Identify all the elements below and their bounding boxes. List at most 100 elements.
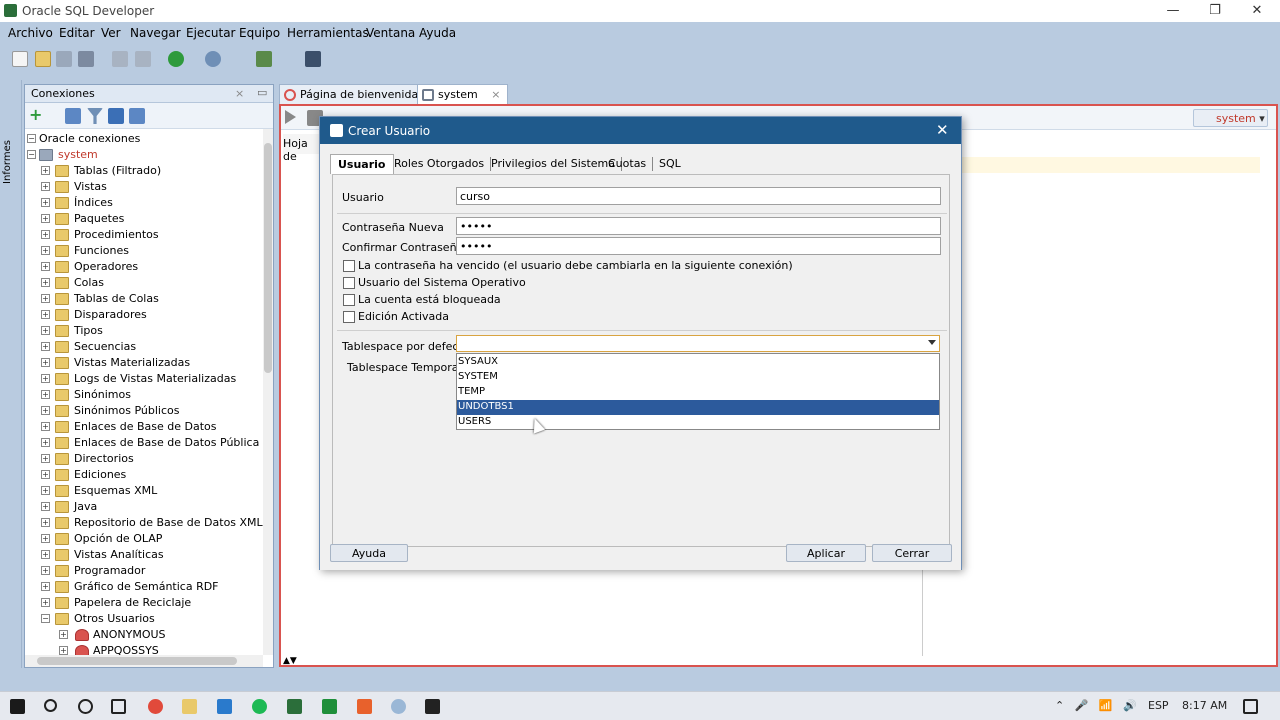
password-expired-checkbox[interactable]: [343, 260, 355, 272]
app-icon[interactable]: [391, 699, 406, 714]
expand-icon[interactable]: +: [59, 630, 68, 639]
confirm-password-input[interactable]: •••••: [456, 237, 941, 255]
tree-item[interactable]: + Disparadores: [25, 307, 263, 323]
help-button[interactable]: Ayuda: [330, 544, 408, 562]
run-icon[interactable]: [285, 110, 296, 124]
sql-worksheet-icon[interactable]: [256, 51, 272, 67]
expand-icon[interactable]: +: [41, 582, 50, 591]
expand-icon[interactable]: +: [41, 246, 50, 255]
minimize-button[interactable]: —: [1150, 2, 1196, 20]
expand-icon[interactable]: +: [41, 166, 50, 175]
tree-item[interactable]: + Enlaces de Base de Datos Pública: [25, 435, 263, 451]
task-view-icon[interactable]: [111, 699, 126, 714]
redo-icon[interactable]: [135, 51, 151, 67]
clock[interactable]: 8:17 AM: [1182, 699, 1227, 712]
close-panel-icon[interactable]: ×: [235, 87, 244, 100]
cortana-icon[interactable]: [78, 699, 93, 714]
tab-roles[interactable]: Roles Otorgados: [387, 154, 492, 174]
expand-icon[interactable]: +: [41, 534, 50, 543]
expand-icon[interactable]: +: [41, 262, 50, 271]
tree-vertical-scrollbar[interactable]: [263, 129, 273, 655]
terminal-icon[interactable]: [425, 699, 440, 714]
windows-start-icon[interactable]: [10, 699, 25, 714]
expand-icon[interactable]: +: [41, 374, 50, 383]
expand-icon[interactable]: +: [41, 198, 50, 207]
tree-connection-system[interactable]: − system: [25, 147, 263, 163]
close-dialog-icon[interactable]: ✕: [936, 121, 949, 139]
account-locked-checkbox[interactable]: [343, 294, 355, 306]
open-folder-icon[interactable]: [35, 51, 51, 67]
tree-item[interactable]: + Procedimientos: [25, 227, 263, 243]
worksheet-tab[interactable]: Hoja de: [283, 134, 321, 163]
filter-icon[interactable]: [87, 108, 103, 124]
expand-icon[interactable]: +: [41, 358, 50, 367]
menu-archivo[interactable]: Archivo: [8, 26, 53, 40]
os-user-checkbox[interactable]: [343, 277, 355, 289]
scroll-arrows-icon[interactable]: ▲▼: [283, 656, 297, 666]
expand-icon[interactable]: +: [41, 486, 50, 495]
expand-icon[interactable]: +: [41, 214, 50, 223]
new-file-icon[interactable]: [12, 51, 28, 67]
manage-icon[interactable]: [129, 108, 145, 124]
user-input[interactable]: curso: [456, 187, 941, 205]
menu-equipo[interactable]: Equipo: [239, 26, 280, 40]
tree-item[interactable]: + Enlaces de Base de Datos: [25, 419, 263, 435]
close-window-button[interactable]: ✕: [1234, 2, 1280, 20]
expand-icon[interactable]: +: [41, 342, 50, 351]
expand-icon[interactable]: +: [59, 646, 68, 655]
expand-icon[interactable]: +: [41, 438, 50, 447]
expand-icon[interactable]: +: [41, 566, 50, 575]
spotify-icon[interactable]: [252, 699, 267, 714]
recorder-icon[interactable]: [357, 699, 372, 714]
tree-item[interactable]: + Repositorio de Base de Datos XML: [25, 515, 263, 531]
expand-icon[interactable]: +: [41, 294, 50, 303]
close-tab-icon[interactable]: ×: [491, 88, 500, 101]
tree-item[interactable]: + Paquetes: [25, 211, 263, 227]
option-sysaux[interactable]: SYSAUX: [457, 355, 939, 370]
tree-item[interactable]: + Programador: [25, 563, 263, 579]
tree-item[interactable]: + Esquemas XML: [25, 483, 263, 499]
option-undotbs1[interactable]: UNDOTBS1: [457, 400, 939, 415]
tree-item[interactable]: + Java: [25, 499, 263, 515]
tree-item[interactable]: + Vistas Analíticas: [25, 547, 263, 563]
tree-item[interactable]: + Funciones: [25, 243, 263, 259]
option-temp[interactable]: TEMP: [457, 385, 939, 400]
expand-icon[interactable]: +: [41, 598, 50, 607]
vscode-icon[interactable]: [217, 699, 232, 714]
expand-icon[interactable]: +: [41, 390, 50, 399]
expand-icon[interactable]: +: [41, 310, 50, 319]
menu-editar[interactable]: Editar: [59, 26, 95, 40]
tree-item[interactable]: + Vistas: [25, 179, 263, 195]
menu-ver[interactable]: Ver: [101, 26, 121, 40]
edition-enabled-checkbox[interactable]: [343, 311, 355, 323]
save-all-icon[interactable]: [78, 51, 94, 67]
tree-user-item[interactable]: + APPQOSSYS: [25, 643, 263, 655]
apply-button[interactable]: Aplicar: [786, 544, 866, 562]
tree-item[interactable]: + Operadores: [25, 259, 263, 275]
back-icon[interactable]: [168, 51, 184, 67]
tree-item[interactable]: + Papelera de Reciclaje: [25, 595, 263, 611]
forward-icon[interactable]: [205, 51, 221, 67]
close-button[interactable]: Cerrar: [872, 544, 952, 562]
file-explorer-icon[interactable]: [182, 699, 197, 714]
tree-item[interactable]: + Logs de Vistas Materializadas: [25, 371, 263, 387]
minimize-panel-icon[interactable]: ▭: [257, 86, 267, 99]
menu-herramientas[interactable]: Herramientas: [287, 26, 369, 40]
connection-selector[interactable]: system ▾: [1193, 109, 1268, 127]
tree-item[interactable]: + Índices: [25, 195, 263, 211]
expand-icon[interactable]: +: [41, 550, 50, 559]
tree-item[interactable]: + Sinónimos Públicos: [25, 403, 263, 419]
monitor-icon[interactable]: [305, 51, 321, 67]
sql-developer-icon[interactable]: [287, 699, 302, 714]
menu-ejecutar[interactable]: Ejecutar: [186, 26, 236, 40]
tree-item[interactable]: − Otros Usuarios: [25, 611, 263, 627]
save-icon[interactable]: [56, 51, 72, 67]
expand-icon[interactable]: +: [41, 422, 50, 431]
expand-icon[interactable]: +: [41, 502, 50, 511]
tree-item[interactable]: + Vistas Materializadas: [25, 355, 263, 371]
search-icon[interactable]: [44, 699, 57, 712]
expand-icon[interactable]: +: [41, 518, 50, 527]
default-tablespace-select[interactable]: [456, 335, 940, 352]
tree-user-item[interactable]: + ANONYMOUS: [25, 627, 263, 643]
tree-horizontal-scrollbar[interactable]: [25, 655, 263, 667]
